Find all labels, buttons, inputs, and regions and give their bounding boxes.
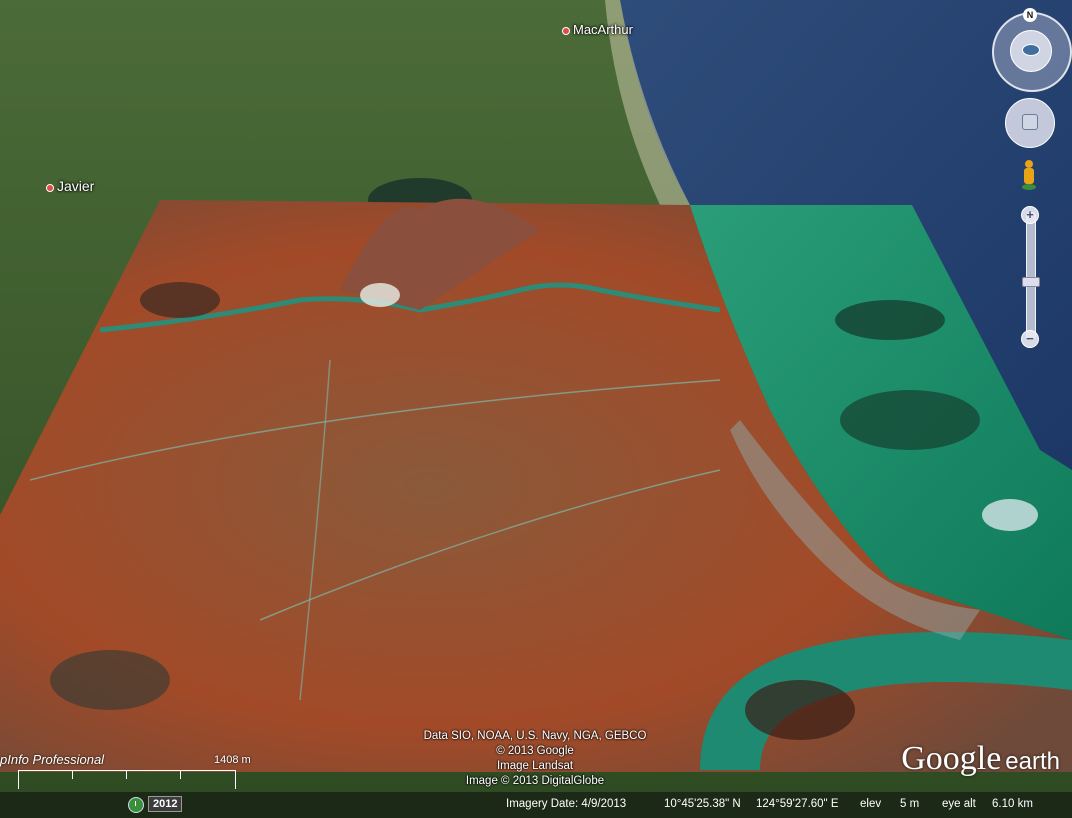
place-label-javier[interactable]: Javier bbox=[46, 178, 94, 194]
terrain-imagery[interactable] bbox=[0, 0, 1072, 818]
zoom-out-button[interactable]: − bbox=[1021, 330, 1039, 348]
street-view-pegman-icon[interactable] bbox=[1022, 160, 1036, 190]
historical-imagery-icon[interactable] bbox=[128, 797, 144, 813]
google-earth-logo: Google earth bbox=[901, 740, 1060, 777]
edition-tag: pInfo Professional bbox=[0, 752, 105, 767]
compass-north-label[interactable]: N bbox=[1023, 8, 1037, 22]
place-marker-icon bbox=[46, 183, 54, 192]
elevation-label: elev bbox=[860, 798, 882, 810]
scale-bar bbox=[18, 770, 236, 789]
map-viewport[interactable]: MacArthur Javier N + − Data SIO, NOAA, U… bbox=[0, 0, 1072, 818]
eye-icon bbox=[1022, 44, 1040, 56]
eye-altitude-label: eye alt bbox=[942, 798, 976, 810]
eye-altitude-value: 6.10 km bbox=[992, 798, 1033, 810]
longitude-readout: 124°59'27.60" E bbox=[756, 798, 839, 810]
historical-imagery-year[interactable]: 2012 bbox=[148, 796, 183, 812]
place-marker-icon bbox=[562, 26, 570, 35]
place-label-macarthur[interactable]: MacArthur bbox=[562, 22, 633, 37]
scale-label: 1408 m bbox=[214, 754, 251, 766]
hand-icon bbox=[1022, 114, 1038, 130]
imagery-date: Imagery Date: 4/9/2013 bbox=[506, 798, 627, 810]
zoom-in-button[interactable]: + bbox=[1021, 206, 1039, 224]
elevation-value: 5 m bbox=[900, 798, 920, 810]
latitude-readout: 10°45'25.38" N bbox=[664, 798, 741, 810]
zoom-slider-thumb[interactable] bbox=[1022, 276, 1040, 287]
imagery-credits: Data SIO, NOAA, U.S. Navy, NGA, GEBCO © … bbox=[423, 730, 647, 787]
